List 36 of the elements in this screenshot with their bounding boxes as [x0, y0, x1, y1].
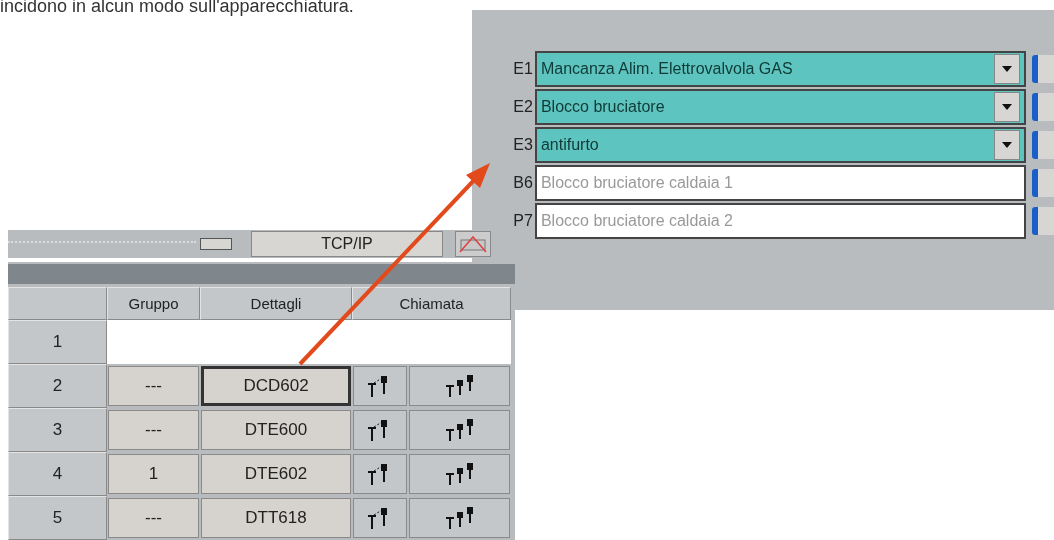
antenna-group-icon[interactable] [443, 506, 476, 530]
side-button[interactable] [1032, 93, 1054, 121]
column-header[interactable]: Gruppo [107, 287, 200, 320]
side-button[interactable] [1032, 131, 1054, 159]
event-code: E1 [512, 60, 534, 78]
row-number: 3 [8, 408, 107, 452]
disconnect-button[interactable] [455, 231, 491, 257]
antenna-group-icon[interactable] [443, 374, 476, 398]
scroll-button[interactable] [200, 238, 232, 250]
row-number: 1 [8, 320, 107, 364]
event-dropdown[interactable]: Blocco bruciatore [534, 89, 1027, 125]
table-cell[interactable]: DTT618 [201, 498, 351, 538]
table-cell[interactable]: DTE600 [201, 410, 351, 450]
event-code: E2 [512, 98, 534, 116]
row-number: 2 [8, 364, 107, 408]
event-code: P7 [512, 212, 534, 230]
event-code: E3 [512, 136, 534, 154]
side-button[interactable] [1032, 169, 1054, 197]
event-dropdown[interactable]: antifurto [534, 127, 1027, 163]
event-dropdown[interactable]: Mancanza Alim. Elettrovalvola GAS [534, 51, 1027, 87]
column-header[interactable]: Chiamata [352, 287, 511, 320]
side-button[interactable] [1032, 55, 1054, 83]
event-code: B6 [512, 174, 534, 192]
table-cell: --- [108, 498, 199, 538]
table-cell: --- [108, 410, 199, 450]
protocol-button[interactable]: TCP/IP [251, 231, 443, 257]
row-number: 4 [8, 452, 107, 496]
row-number: 5 [8, 496, 107, 540]
column-header[interactable]: Dettagli [200, 287, 352, 320]
table-cell[interactable]: DCD602 [201, 366, 351, 406]
table-cell[interactable]: DTE602 [201, 454, 351, 494]
side-button[interactable] [1032, 207, 1054, 235]
antenna-group-icon[interactable] [443, 418, 476, 442]
table-cell: 1 [108, 454, 199, 494]
antenna-group-icon[interactable] [443, 462, 476, 486]
table-cell: --- [108, 366, 199, 406]
